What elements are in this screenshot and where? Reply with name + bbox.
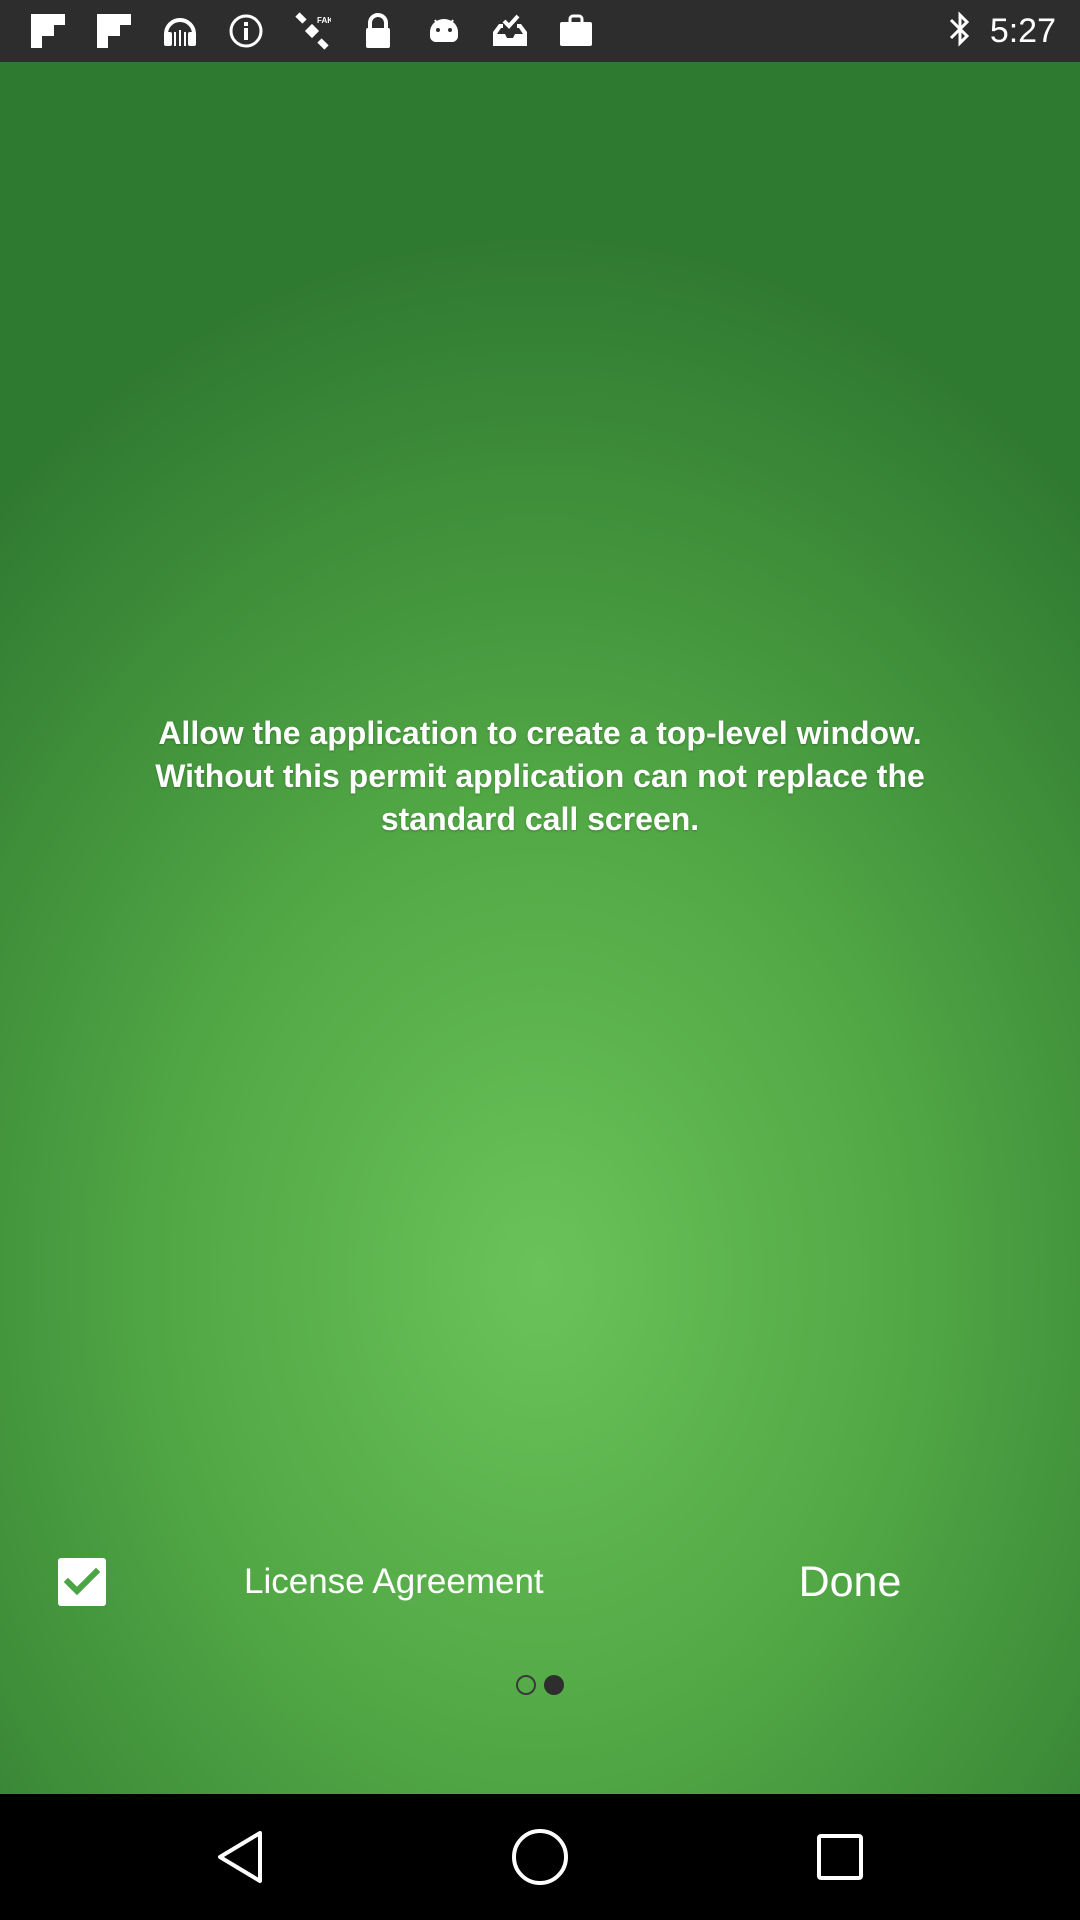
recents-button[interactable]	[795, 1812, 885, 1902]
navigation-bar	[0, 1794, 1080, 1920]
permission-screen: Allow the application to create a top-le…	[0, 62, 1080, 1794]
status-bar: FAKE 5:27	[0, 0, 1080, 62]
page-dot-active[interactable]	[544, 1675, 564, 1695]
done-button[interactable]: Done	[770, 1546, 930, 1618]
android-icon	[424, 11, 464, 51]
status-right: 5:27	[948, 10, 1056, 53]
clock: 5:27	[989, 11, 1056, 50]
home-icon	[512, 1829, 568, 1885]
license-checkbox[interactable]	[58, 1558, 106, 1606]
notification-icons: FAKE	[28, 11, 596, 51]
permission-message: Allow the application to create a top-le…	[155, 715, 925, 837]
home-button[interactable]	[495, 1812, 585, 1902]
flipboard-icon	[28, 11, 68, 51]
license-agreement-link[interactable]: License Agreement	[244, 1552, 544, 1612]
screen: FAKE 5:27 Allow the application to creat…	[0, 0, 1080, 1920]
page-dot-inactive[interactable]	[516, 1675, 536, 1695]
page-indicator	[0, 1670, 1080, 1700]
check-icon	[64, 1567, 100, 1596]
headphones-icon	[160, 11, 200, 51]
back-icon	[218, 1831, 262, 1883]
recents-icon	[817, 1834, 863, 1880]
bluetooth-icon	[948, 10, 972, 53]
shopping-bag-icon	[556, 11, 596, 51]
flipboard-icon	[94, 11, 134, 51]
satellite-icon: FAKE	[292, 11, 332, 51]
inbox-check-icon	[490, 11, 530, 51]
back-button[interactable]	[195, 1812, 285, 1902]
lock-icon	[358, 11, 398, 51]
bottom-actions: License Agreement Done	[0, 1532, 1080, 1632]
info-icon	[226, 11, 266, 51]
svg-text:FAKE: FAKE	[317, 16, 331, 25]
